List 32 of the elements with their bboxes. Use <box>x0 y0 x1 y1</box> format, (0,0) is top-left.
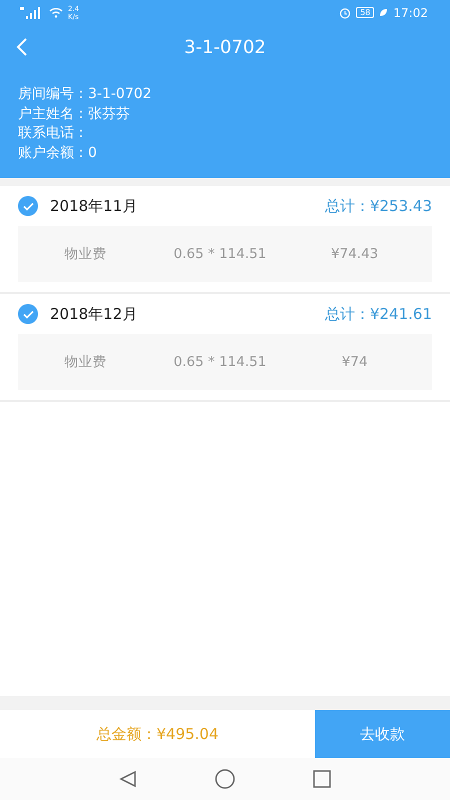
info-label: 账户余额： <box>18 144 88 162</box>
clock-time: 17:02 <box>393 6 428 20</box>
collect-button[interactable]: 去收款 <box>315 710 450 758</box>
battery-level: 58 <box>356 7 374 18</box>
fee-amount: ¥74 <box>342 354 368 370</box>
bill-month: 2018年12月 <box>50 304 138 324</box>
grand-total: 总金额：¥495.04 <box>96 724 219 744</box>
fee-formula: 0.65 * 114.51 <box>174 246 266 262</box>
checkbox[interactable] <box>18 304 38 324</box>
checkmark-icon <box>22 202 34 210</box>
checkmark-icon <box>22 310 34 318</box>
page-title: 3-1-0702 <box>184 37 266 58</box>
leaf-icon <box>379 8 388 17</box>
info-label: 房间编号： <box>18 85 88 104</box>
info-value: 张芬芬 <box>88 104 130 124</box>
bill-month: 2018年11月 <box>50 196 138 216</box>
wifi-icon <box>49 7 63 18</box>
bill-total: 总计：¥241.61 <box>324 304 432 324</box>
info-label: 户主姓名： <box>18 104 88 124</box>
fee-name: 物业费 <box>64 245 106 263</box>
fee-formula: 0.65 * 114.51 <box>174 354 266 370</box>
fee-name: 物业费 <box>64 353 106 371</box>
back-icon[interactable] <box>119 770 137 788</box>
checkbox[interactable] <box>18 196 38 216</box>
bill-total: 总计：¥253.43 <box>324 196 432 216</box>
info-value: 3-1-0702 <box>88 85 152 104</box>
alarm-icon <box>339 6 352 18</box>
info-label: 联系电话： <box>18 124 88 143</box>
info-value: 0 <box>88 144 97 162</box>
home-icon[interactable] <box>215 769 235 789</box>
fee-amount: ¥74.43 <box>331 246 378 262</box>
recents-icon[interactable] <box>313 770 331 788</box>
